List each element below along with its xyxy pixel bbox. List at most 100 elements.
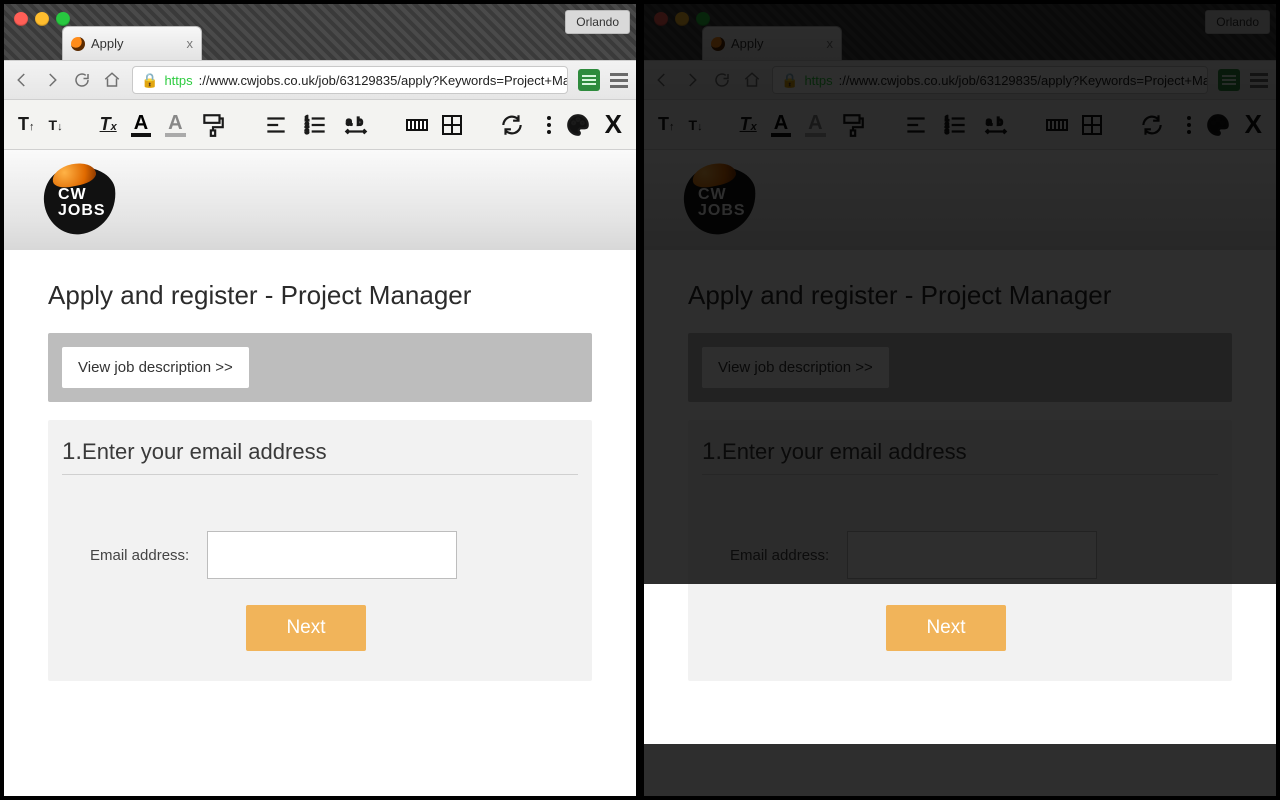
maximize-window-icon[interactable]: [696, 12, 710, 26]
italic-icon[interactable]: Tx: [740, 114, 757, 135]
job-description-bar: View job description >>: [688, 333, 1232, 402]
page-viewport: CW JOBS Apply and register - Project Man…: [4, 150, 636, 796]
extension-badge-icon[interactable]: [578, 69, 600, 91]
list-icon[interactable]: 123: [303, 112, 329, 138]
palette-icon[interactable]: [565, 112, 591, 138]
left-pane: Orlando Apply x 🔒 https ://www.cwjobs.co.…: [0, 0, 640, 800]
reload-button[interactable]: [712, 70, 732, 90]
home-button[interactable]: [742, 70, 762, 90]
letter-spacing-icon[interactable]: ab: [343, 112, 369, 138]
refresh-icon[interactable]: [1139, 112, 1165, 138]
url-field[interactable]: 🔒 https ://www.cwjobs.co.uk/job/63129835/…: [132, 66, 568, 94]
font-decrease-icon[interactable]: T↓: [689, 117, 703, 133]
step-heading: 1.Enter your email address: [702, 438, 1218, 475]
highlight-color-icon[interactable]: A: [805, 113, 825, 137]
step-heading: 1.Enter your email address: [62, 438, 578, 475]
grid-icon[interactable]: [1082, 115, 1102, 135]
font-decrease-icon[interactable]: T↓: [49, 117, 63, 133]
font-increase-icon[interactable]: T↑: [18, 114, 35, 135]
right-pane: Orlando Apply x 🔒 https ://www.cwjobs.co.…: [640, 0, 1280, 800]
ruler-icon[interactable]: [406, 119, 428, 131]
font-increase-icon[interactable]: T↑: [658, 114, 675, 135]
home-button[interactable]: [102, 70, 122, 90]
svg-text:3: 3: [305, 128, 309, 135]
more-options-icon[interactable]: [1187, 116, 1191, 134]
back-button[interactable]: [652, 70, 672, 90]
close-window-icon[interactable]: [654, 12, 668, 26]
window-controls: [14, 12, 70, 26]
next-button[interactable]: Next: [246, 605, 366, 651]
forward-button[interactable]: [42, 70, 62, 90]
site-header: CW JOBS: [4, 150, 636, 250]
align-icon[interactable]: [903, 112, 929, 138]
close-toolbar-icon[interactable]: X: [1245, 109, 1262, 140]
apply-form-card: 1.Enter your email address Email address…: [48, 420, 592, 681]
site-logo[interactable]: CW JOBS: [44, 166, 116, 234]
tab-close-icon[interactable]: x: [827, 36, 834, 51]
url-protocol: https: [164, 73, 192, 88]
extension-badge-icon[interactable]: [1218, 69, 1240, 91]
svg-text:3: 3: [945, 128, 949, 135]
extension-toolbar: T↑ T↓ Tx A A 123 ab: [4, 100, 636, 150]
next-button[interactable]: Next: [886, 605, 1006, 651]
page-title: Apply and register - Project Manager: [48, 280, 592, 311]
grid-icon[interactable]: [442, 115, 462, 135]
paint-roller-icon[interactable]: [200, 112, 226, 138]
paint-roller-icon[interactable]: [840, 112, 866, 138]
tab-title: Apply: [731, 36, 764, 51]
url-text: ://www.cwjobs.co.uk/job/63129835/apply?K…: [199, 73, 568, 88]
minimize-window-icon[interactable]: [35, 12, 49, 26]
site-logo[interactable]: CW JOBS: [684, 166, 756, 234]
reload-button[interactable]: [72, 70, 92, 90]
refresh-icon[interactable]: [499, 112, 525, 138]
text-color-icon[interactable]: A: [131, 113, 151, 137]
close-toolbar-icon[interactable]: X: [605, 109, 622, 140]
email-label: Email address:: [90, 547, 189, 564]
profile-chip[interactable]: Orlando: [565, 10, 630, 34]
page-title: Apply and register - Project Manager: [688, 280, 1232, 311]
url-bar: 🔒 https ://www.cwjobs.co.uk/job/63129835/…: [644, 60, 1276, 100]
forward-button[interactable]: [682, 70, 702, 90]
browser-tab[interactable]: Apply x: [702, 26, 842, 60]
window-titlebar: Orlando Apply x: [644, 4, 1276, 60]
browser-tab[interactable]: Apply x: [62, 26, 202, 60]
url-protocol: https: [804, 73, 832, 88]
minimize-window-icon[interactable]: [675, 12, 689, 26]
palette-icon[interactable]: [1205, 112, 1231, 138]
email-input[interactable]: [207, 531, 457, 579]
url-text: ://www.cwjobs.co.uk/job/63129835/apply?K…: [839, 73, 1208, 88]
back-button[interactable]: [12, 70, 32, 90]
browser-menu-icon[interactable]: [610, 73, 628, 88]
lock-icon: 🔒: [781, 72, 798, 89]
list-icon[interactable]: 123: [943, 112, 969, 138]
site-header: CW JOBS: [644, 150, 1276, 250]
svg-text:a: a: [346, 117, 352, 128]
page-viewport: CW JOBS Apply and register - Project Man…: [644, 150, 1276, 796]
lock-icon: 🔒: [141, 72, 158, 89]
more-options-icon[interactable]: [547, 116, 551, 134]
url-bar: 🔒 https ://www.cwjobs.co.uk/job/63129835/…: [4, 60, 636, 100]
maximize-window-icon[interactable]: [56, 12, 70, 26]
email-label: Email address:: [730, 547, 829, 564]
logo-text-2: JOBS: [58, 202, 106, 220]
apply-form-card: 1.Enter your email address Email address…: [688, 420, 1232, 681]
email-input[interactable]: [847, 531, 1097, 579]
profile-chip[interactable]: Orlando: [1205, 10, 1270, 34]
window-controls: [654, 12, 710, 26]
view-job-description-button[interactable]: View job description >>: [62, 347, 249, 388]
tab-title: Apply: [91, 36, 124, 51]
browser-menu-icon[interactable]: [1250, 73, 1268, 88]
letter-spacing-icon[interactable]: ab: [983, 112, 1009, 138]
url-field[interactable]: 🔒 https ://www.cwjobs.co.uk/job/63129835/…: [772, 66, 1208, 94]
ruler-icon[interactable]: [1046, 119, 1068, 131]
close-window-icon[interactable]: [14, 12, 28, 26]
favicon-icon: [71, 37, 85, 51]
italic-icon[interactable]: Tx: [100, 114, 117, 135]
tab-close-icon[interactable]: x: [187, 36, 194, 51]
text-color-icon[interactable]: A: [771, 113, 791, 137]
extension-toolbar: T↑ T↓ Tx A A 123 ab: [644, 100, 1276, 150]
view-job-description-button[interactable]: View job description >>: [702, 347, 889, 388]
job-description-bar: View job description >>: [48, 333, 592, 402]
highlight-color-icon[interactable]: A: [165, 113, 185, 137]
align-icon[interactable]: [263, 112, 289, 138]
